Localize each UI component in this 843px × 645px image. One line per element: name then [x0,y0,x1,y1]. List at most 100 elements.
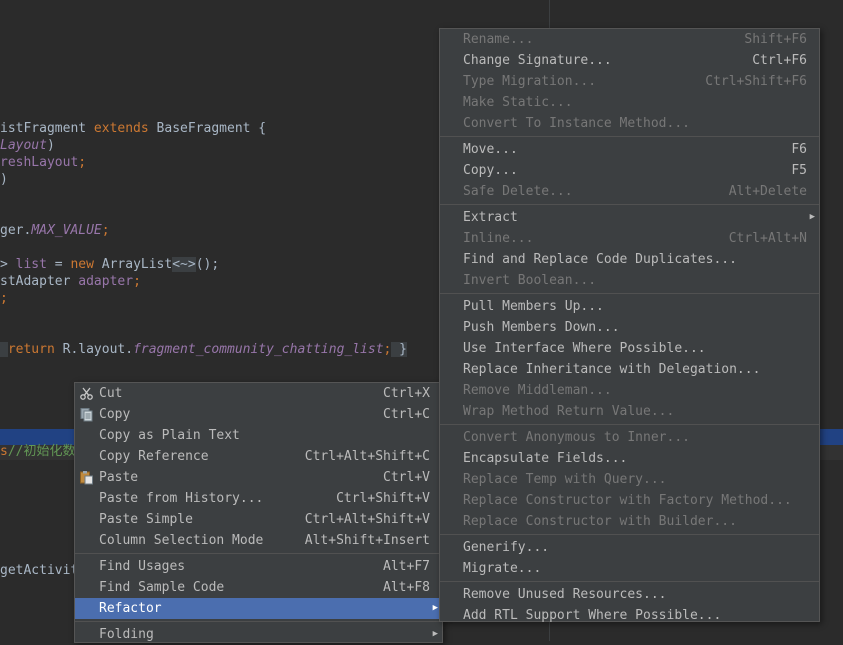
menu-item-label: Wrap Method Return Value... [463,404,675,419]
menu-item-wrap-method-return-value: Wrap Method Return Value... [440,401,819,422]
code-line: ; [0,290,8,307]
menu-item-refactor[interactable]: Refactor ▶ [75,598,442,619]
menu-separator [75,621,442,622]
menu-item-label: Inline... [463,231,534,246]
menu-item-folding[interactable]: Folding ▶ [75,624,442,645]
menu-item-invert-boolean: Invert Boolean... [440,270,819,291]
menu-item-pull-members-up[interactable]: Pull Members Up... [440,296,819,317]
code-token: extends [93,121,157,136]
menu-item-label: Type Migration... [463,74,597,89]
menu-item-find-sample-code[interactable]: Find Sample Code Alt+F8 [75,577,442,598]
code-token: new [70,257,102,272]
menu-item-label: Find Usages [99,559,186,574]
code-token [0,342,8,357]
code-token: ) [46,138,55,153]
code-token: <~> [172,257,196,272]
code-line: s//初始化数 [0,443,75,460]
menu-item-replace-constructor-with-builder: Replace Constructor with Builder... [440,511,819,532]
menu-item-label: Use Interface Where Possible... [463,341,706,356]
code-token: ; [0,291,8,306]
menu-item-copy[interactable]: Copy Ctrl+C [75,404,442,425]
menu-item-label: Migrate... [463,561,542,576]
menu-item-label: Add RTL Support Where Possible... [463,608,722,623]
menu-item-label: Cut [99,386,123,401]
menu-item-find-and-replace-code-duplicates[interactable]: Find and Replace Code Duplicates... [440,249,819,270]
menu-item-use-interface-where-possible[interactable]: Use Interface Where Possible... [440,338,819,359]
menu-item-label: Replace Constructor with Builder... [463,514,737,529]
menu-item-shortcut: Ctrl+Shift+V [336,491,430,506]
menu-item-paste-from-history[interactable]: Paste from History... Ctrl+Shift+V [75,488,442,509]
code-line: ) [0,171,8,188]
menu-item-migrate[interactable]: Migrate... [440,558,819,579]
menu-item-encapsulate-fields[interactable]: Encapsulate Fields... [440,448,819,469]
code-token: fragment_community_chatting_list [133,342,384,357]
menu-item-shortcut: F5 [791,163,807,178]
menu-item-shortcut: Ctrl+F6 [752,53,807,68]
menu-item-remove-middleman: Remove Middleman... [440,380,819,401]
menu-item-label: Encapsulate Fields... [463,451,628,466]
menu-item-shortcut: Ctrl+V [383,470,430,485]
code-line: istFragment extends BaseFragment { [0,120,266,137]
menu-item-copy[interactable]: Copy... F5 [440,160,819,181]
menu-item-label: Replace Constructor with Factory Method.… [463,493,792,508]
menu-item-label: Find Sample Code [99,580,225,595]
menu-item-label: Paste [99,470,139,485]
menu-item-label: Extract [463,210,518,225]
menu-separator [440,204,819,205]
menu-item-paste[interactable]: Paste Ctrl+V [75,467,442,488]
menu-item-paste-simple[interactable]: Paste Simple Ctrl+Alt+Shift+V [75,509,442,530]
menu-item-shortcut: Alt+Delete [728,184,807,199]
menu-item-add-rtl-support-where-possible[interactable]: Add RTL Support Where Possible... [440,605,819,626]
menu-item-replace-constructor-with-factory-method: Replace Constructor with Factory Method.… [440,490,819,511]
menu-item-generify[interactable]: Generify... [440,537,819,558]
code-token: s [0,444,8,459]
menu-item-replace-inheritance-with-delegation[interactable]: Replace Inheritance with Delegation... [440,359,819,380]
menu-item-label: Safe Delete... [463,184,573,199]
menu-item-label: Find and Replace Code Duplicates... [463,252,737,267]
menu-separator [440,293,819,294]
menu-item-shortcut: Ctrl+Shift+F6 [705,74,807,89]
menu-item-label: Make Static... [463,95,573,110]
menu-item-label: Refactor [99,601,162,616]
submenu-arrow-icon: ▶ [432,603,438,613]
menu-item-push-members-down[interactable]: Push Members Down... [440,317,819,338]
menu-separator [440,136,819,137]
code-line: Layout) [0,137,55,154]
menu-item-label: Change Signature... [463,53,612,68]
menu-item-shortcut: Alt+F7 [383,559,430,574]
menu-item-label: Replace Temp with Query... [463,472,667,487]
menu-item-shortcut: Shift+F6 [744,32,807,47]
code-token: list [15,257,47,272]
code-token: (); [195,257,220,272]
menu-item-move[interactable]: Move... F6 [440,139,819,160]
menu-item-cut[interactable]: Cut Ctrl+X [75,383,442,404]
menu-item-shortcut: Ctrl+C [383,407,430,422]
menu-item-label: Remove Middleman... [463,383,612,398]
menu-separator [440,534,819,535]
menu-item-find-usages[interactable]: Find Usages Alt+F7 [75,556,442,577]
menu-item-label: Move... [463,142,518,157]
code-line: stAdapter adapter; [0,273,141,290]
menu-separator [75,553,442,554]
menu-separator [440,424,819,425]
menu-item-remove-unused-resources[interactable]: Remove Unused Resources... [440,584,819,605]
menu-item-label: Replace Inheritance with Delegation... [463,362,761,377]
menu-item-shortcut: Ctrl+Alt+Shift+C [304,449,430,464]
menu-item-copy-as-plain-text[interactable]: Copy as Plain Text [75,425,442,446]
menu-item-copy-reference[interactable]: Copy Reference Ctrl+Alt+Shift+C [75,446,442,467]
code-token: istFragment [0,121,94,136]
code-line: reshLayout; [0,154,86,171]
menu-item-safe-delete: Safe Delete... Alt+Delete [440,181,819,202]
code-token: R.layout. [62,342,134,357]
menu-item-label: Paste Simple [99,512,193,527]
menu-item-label: Column Selection Mode [99,533,264,548]
menu-item-column-selection-mode[interactable]: Column Selection Mode Alt+Shift+Insert [75,530,442,551]
menu-item-extract[interactable]: Extract ▶ [440,207,819,228]
menu-item-convert-anonymous-to-inner: Convert Anonymous to Inner... [440,427,819,448]
code-token: ) [0,172,8,187]
code-token: return [7,342,63,357]
menu-item-change-signature[interactable]: Change Signature... Ctrl+F6 [440,50,819,71]
submenu-arrow-icon: ▶ [432,629,438,639]
menu-item-label: Remove Unused Resources... [463,587,667,602]
menu-item-shortcut: Ctrl+Alt+Shift+V [304,512,430,527]
